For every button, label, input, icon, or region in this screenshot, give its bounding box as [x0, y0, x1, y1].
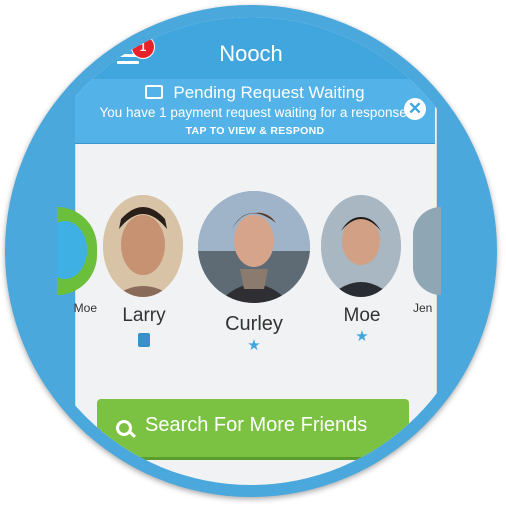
friend-name: Larry	[122, 305, 166, 326]
search-friends-button[interactable]: Search For More Friends	[97, 399, 409, 460]
app-title: Nooch	[219, 41, 283, 66]
friend-item[interactable]: Curley ★	[198, 191, 310, 354]
avatar	[57, 207, 97, 295]
banner-cta[interactable]: TAP TO VIEW & RESPOND	[75, 125, 435, 137]
close-icon[interactable]: ✕	[404, 98, 426, 120]
mail-icon	[138, 333, 150, 347]
inbox-icon	[145, 84, 164, 99]
friend-item[interactable]: Larry	[103, 195, 185, 347]
friend-item[interactable]: Moe ★	[321, 195, 403, 345]
avatar	[198, 191, 310, 303]
avatar	[321, 195, 401, 297]
search-friends-label: Search For More Friends	[145, 414, 368, 436]
star-icon: ★	[247, 337, 261, 354]
banner-message: You have 1 payment request waiting for a…	[99, 105, 411, 120]
avatar	[413, 207, 441, 295]
star-icon: ★	[355, 328, 369, 345]
banner-title: Pending Request Waiting	[75, 83, 435, 103]
phone-screen: 1 Nooch Pending Request Waiting You have…	[17, 17, 485, 485]
friend-item[interactable]: Moe	[57, 207, 97, 315]
search-icon	[116, 420, 132, 436]
friend-name: Moe	[343, 305, 381, 326]
top-bar: 1 Nooch	[17, 17, 485, 79]
friend-name: Moe	[73, 301, 97, 315]
friend-item[interactable]: Jen	[413, 207, 441, 315]
avatar	[103, 195, 183, 297]
friend-name: Curley	[225, 313, 283, 335]
pending-request-banner[interactable]: Pending Request Waiting You have 1 payme…	[75, 79, 435, 144]
friend-name: Jen	[413, 301, 433, 315]
